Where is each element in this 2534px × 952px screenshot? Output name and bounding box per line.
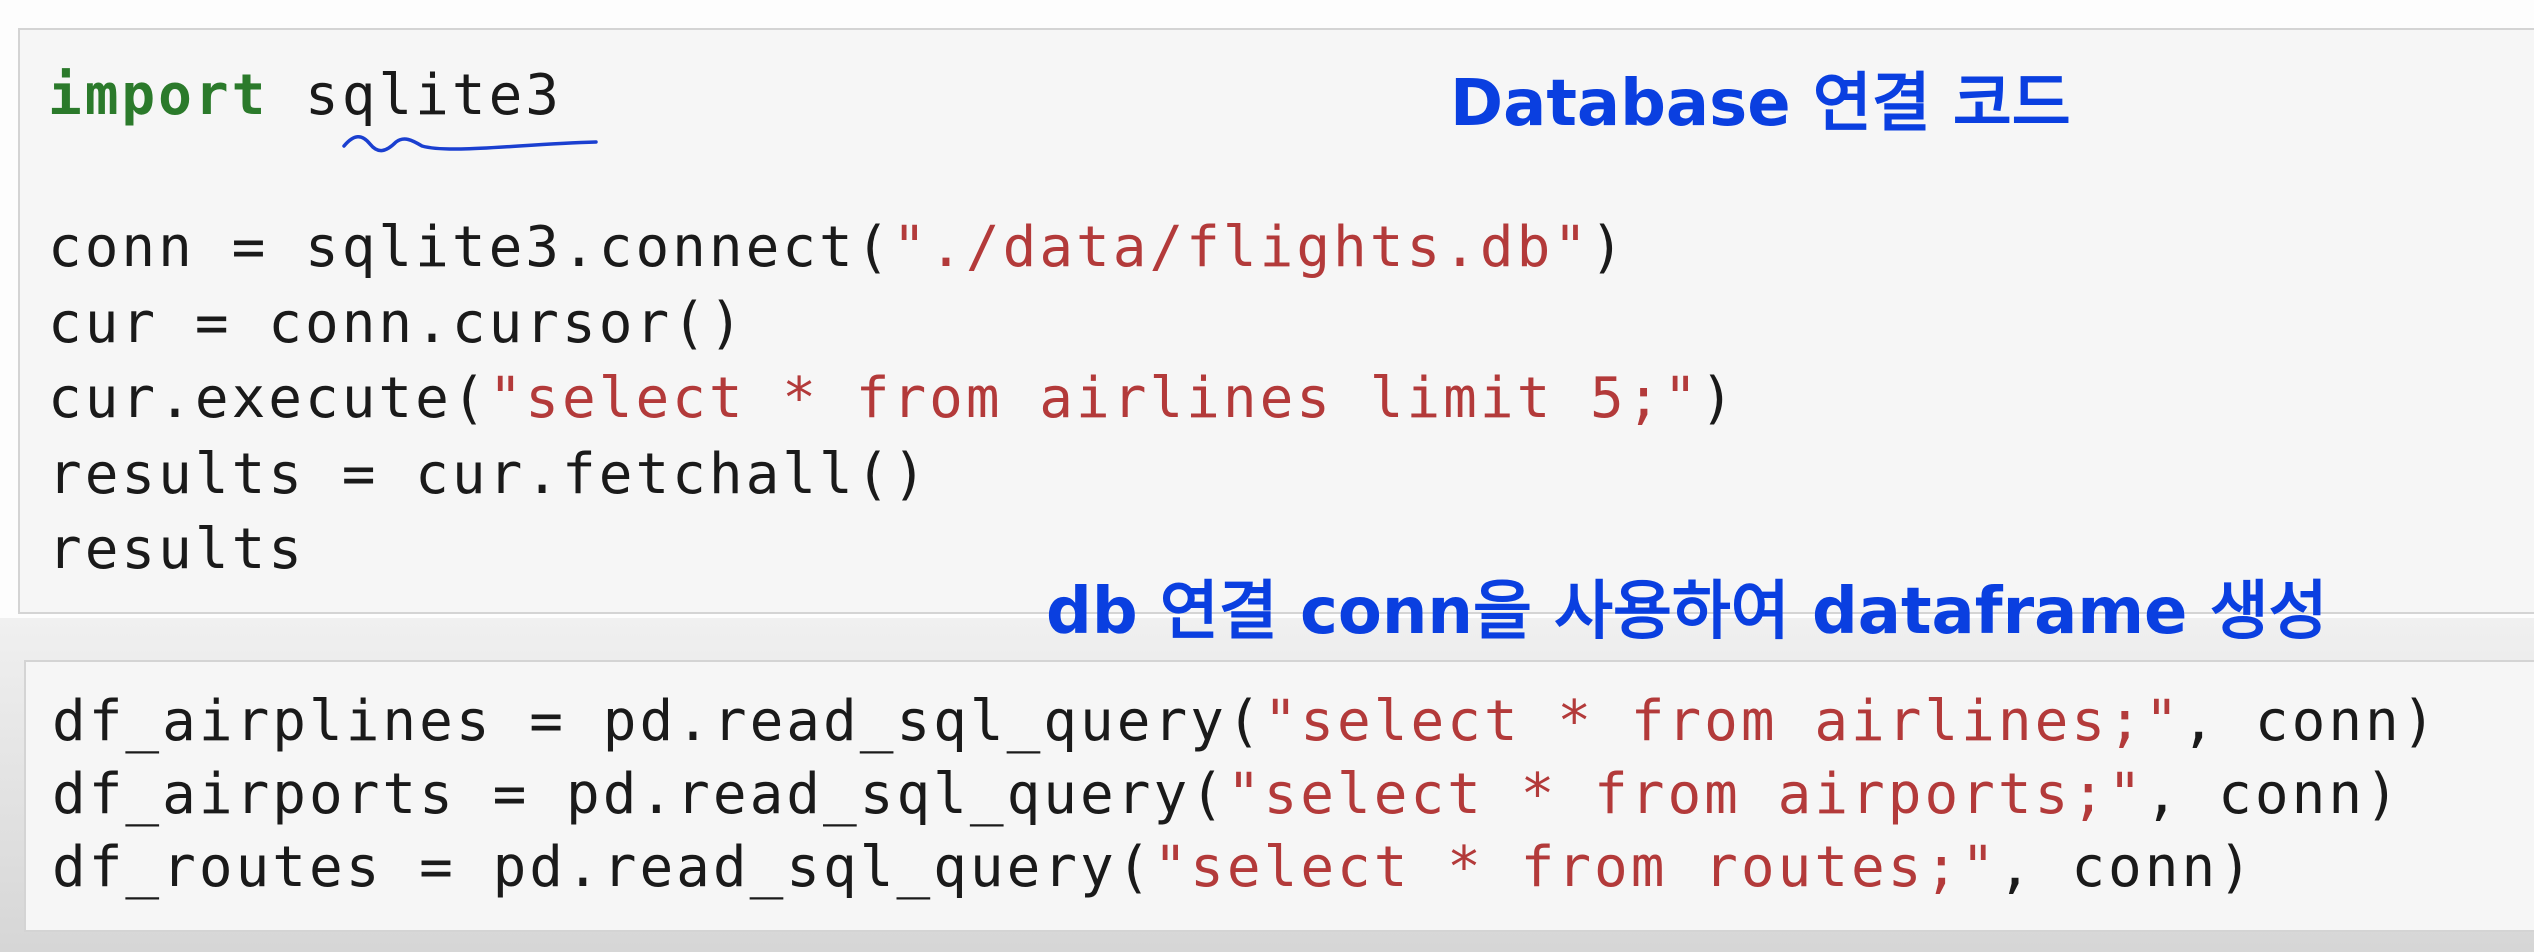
string-literal: "select * from airlines limit 5;" [488,366,1701,431]
code-text: results [48,517,306,582]
code-line-results: results [48,518,305,582]
code-text: results = cur.fetchall() [48,442,930,507]
code-line-df-airplines: df_airplines = pd.read_sql_query("select… [52,690,2438,754]
code-line-df-airports: df_airports = pd.read_sql_query("select … [52,763,2402,827]
string-literal: "select * from airlines;" [1263,689,2182,754]
module-name: sqlite3 [268,63,563,128]
code-text: df_routes = pd.read_sql_query( [52,835,1154,900]
code-text: , conn) [2144,762,2402,827]
code-line-fetchall: results = cur.fetchall() [48,443,929,507]
code-text: , conn) [2181,689,2439,754]
code-line-import: import sqlite3 [48,64,562,128]
code-text: ) [1590,215,1627,280]
code-text: ) [1700,366,1737,431]
handwritten-underline [342,135,598,153]
code-text: cur.execute( [48,366,489,431]
code-text: , conn) [1997,835,2255,900]
code-text: df_airplines = pd.read_sql_query( [52,689,1264,754]
code-text: conn = sqlite3.connect( [48,215,893,280]
import-keyword: import [48,63,269,128]
code-line-connect: conn = sqlite3.connect("./data/flights.d… [48,216,1627,280]
code-line-df-routes: df_routes = pd.read_sql_query("select * … [52,836,2255,900]
string-literal: "select * from routes;" [1153,835,1998,900]
string-literal: "./data/flights.db" [892,215,1591,280]
code-text: df_airports = pd.read_sql_query( [52,762,1227,827]
code-line-cursor: cur = conn.cursor() [48,292,746,356]
string-literal: "select * from airports;" [1226,762,2145,827]
code-line-execute: cur.execute("select * from airlines limi… [48,367,1737,431]
annotation-db-connection: Database 연결 코드 [1450,67,2071,141]
code-text: cur = conn.cursor() [48,291,746,356]
annotation-dataframe: db 연결 conn을 사용하여 dataframe 생성 [1046,575,2328,649]
